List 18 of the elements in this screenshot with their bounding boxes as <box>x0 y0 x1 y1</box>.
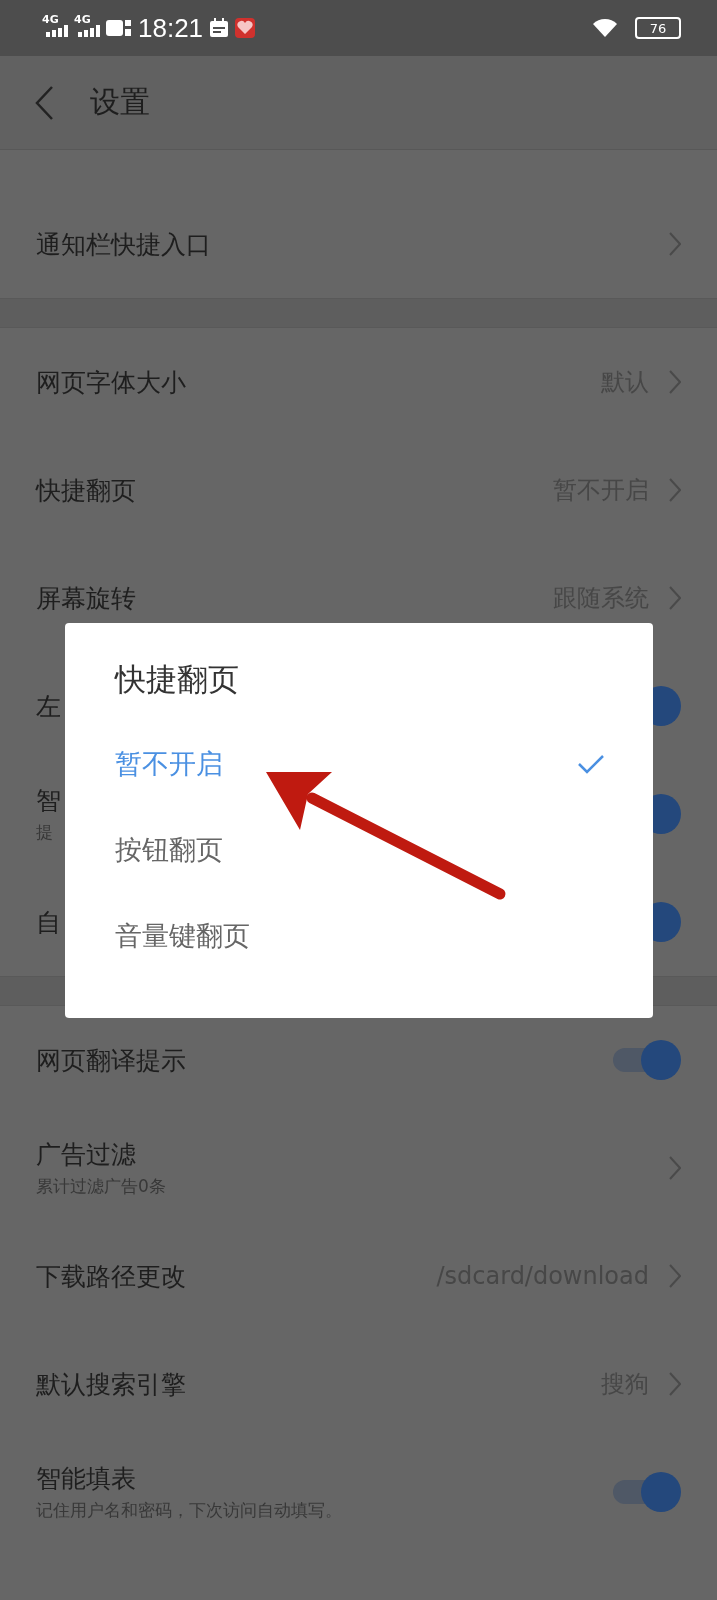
page-title: 设置 <box>90 83 150 121</box>
setting-label: 下载路径更改 <box>36 1260 186 1293</box>
battery-icon: 76 <box>635 17 681 39</box>
dialog-title: 快捷翻页 <box>115 660 240 699</box>
network-type: 4G <box>74 13 91 26</box>
setting-label: 快捷翻页 <box>36 474 136 507</box>
network-type: 4G <box>42 13 59 26</box>
setting-label: 网页翻译提示 <box>36 1044 186 1077</box>
setting-label: 智能填表 <box>36 1463 136 1495</box>
setting-label: 通知栏快捷入口 <box>36 228 211 261</box>
setting-label: 网页字体大小 <box>36 366 186 399</box>
setting-label: 广告过滤 <box>36 1139 136 1171</box>
setting-label: 左 <box>36 690 61 723</box>
setting-label: 智 <box>36 785 61 817</box>
setting-label: 自 <box>36 906 61 939</box>
setting-label: 默认搜索引擎 <box>36 1368 186 1401</box>
setting-label: 屏幕旋转 <box>36 582 136 615</box>
clock-time: 18:21 <box>138 12 204 44</box>
